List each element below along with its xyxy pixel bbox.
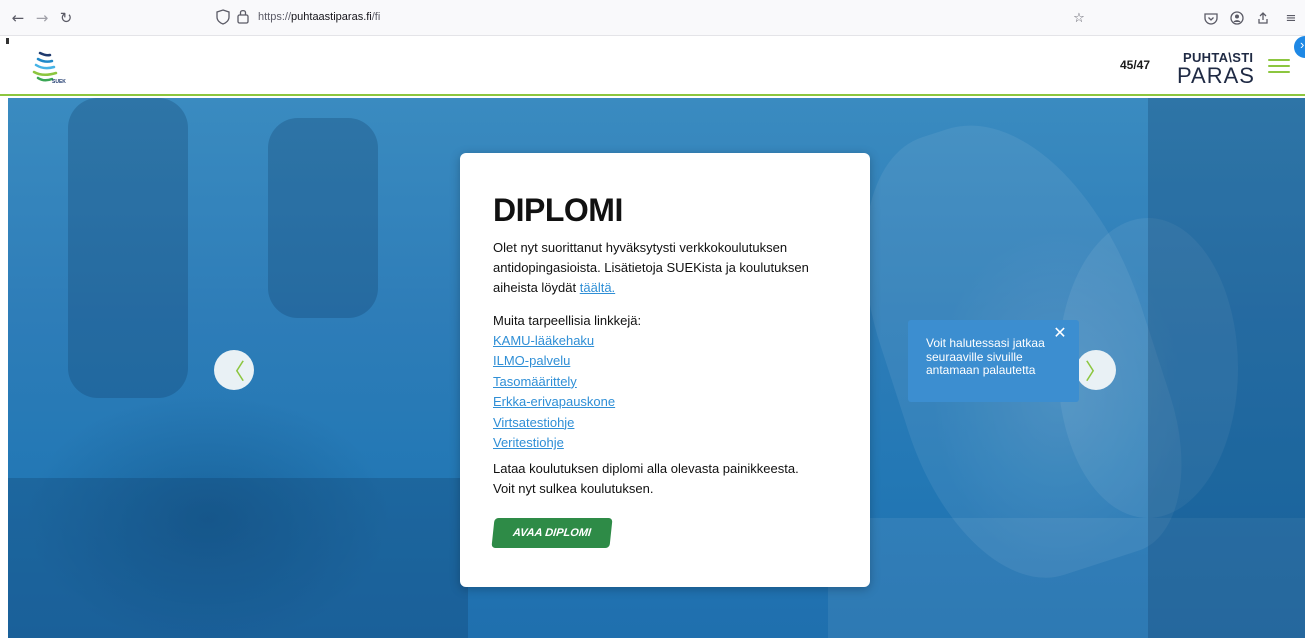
suek-logo-label: SUEK bbox=[52, 79, 66, 85]
hamburger-menu-icon[interactable] bbox=[1268, 59, 1290, 75]
shield-icon[interactable] bbox=[216, 9, 232, 25]
forward-icon[interactable]: → bbox=[32, 8, 52, 28]
intro-text: Olet nyt suorittanut hyväksytysti verkko… bbox=[493, 240, 809, 295]
address-bar[interactable]: https://puhtaastiparas.fi/fi bbox=[258, 11, 380, 23]
brand-bottom: PARAS bbox=[1177, 63, 1255, 88]
account-icon[interactable] bbox=[1228, 9, 1246, 27]
link-erkka[interactable]: Erkka-erivapauskone bbox=[493, 392, 615, 412]
card-title: DIPLOMI bbox=[493, 192, 623, 228]
outro-line-1: Lataa koulutuksen diplomi alla olevasta … bbox=[493, 461, 799, 476]
browser-toolbar: ← → ↻ https://puhtaastiparas.fi/fi ☆ ≡ bbox=[0, 0, 1305, 36]
url-path: /fi bbox=[371, 11, 381, 23]
diploma-card: DIPLOMI Olet nyt suorittanut hyväksytyst… bbox=[460, 153, 870, 587]
feedback-tooltip: Voit halutessasi jatkaa seuraaville sivu… bbox=[908, 320, 1079, 402]
corner-mark bbox=[6, 38, 9, 44]
back-icon[interactable]: ← bbox=[8, 8, 28, 28]
url-prefix: https:// bbox=[258, 11, 292, 23]
tooltip-text: Voit halutessasi jatkaa seuraaville sivu… bbox=[926, 336, 1045, 377]
link-veritestiohje[interactable]: Veritestiohje bbox=[493, 433, 615, 453]
more-info-link[interactable]: täältä. bbox=[580, 280, 615, 295]
link-tasomaarittely[interactable]: Tasomäärittely bbox=[493, 372, 615, 392]
menu-icon[interactable]: ≡ bbox=[1282, 9, 1300, 27]
pocket-icon[interactable] bbox=[1202, 9, 1220, 27]
progress-counter: 45/47 bbox=[1120, 58, 1151, 72]
bookmark-star-icon[interactable]: ☆ bbox=[1070, 9, 1088, 27]
carousel-prev-button[interactable]: 〈 bbox=[214, 350, 254, 390]
link-virtsatestiohje[interactable]: Virtsatestiohje bbox=[493, 413, 615, 433]
links-heading: Muita tarpeellisia linkkejä: bbox=[493, 313, 642, 328]
suek-logo[interactable]: SUEK bbox=[30, 47, 72, 89]
open-diploma-button[interactable]: AVAA DIPLOMI bbox=[491, 518, 613, 548]
useful-links-list: KAMU-lääkehaku ILMO-palvelu Tasomääritte… bbox=[493, 331, 615, 453]
site-header bbox=[0, 36, 1305, 96]
intro-paragraph: Olet nyt suorittanut hyväksytysti verkko… bbox=[493, 238, 853, 298]
carousel-next-button[interactable]: 〉 bbox=[1076, 350, 1116, 390]
outro-line-2: Voit nyt sulkea koulutuksen. bbox=[493, 481, 654, 496]
link-kamu[interactable]: KAMU-lääkehaku bbox=[493, 331, 615, 351]
share-icon[interactable] bbox=[1254, 9, 1272, 27]
puhtaasti-paras-logo[interactable]: PUHTA\STI PARAS bbox=[1175, 48, 1255, 88]
close-icon[interactable]: ✕ bbox=[1052, 325, 1068, 341]
lock-icon[interactable] bbox=[236, 8, 252, 26]
url-domain: puhtaastiparas.fi bbox=[291, 11, 372, 23]
reload-icon[interactable]: ↻ bbox=[56, 8, 76, 28]
link-ilmo[interactable]: ILMO-palvelu bbox=[493, 351, 615, 371]
